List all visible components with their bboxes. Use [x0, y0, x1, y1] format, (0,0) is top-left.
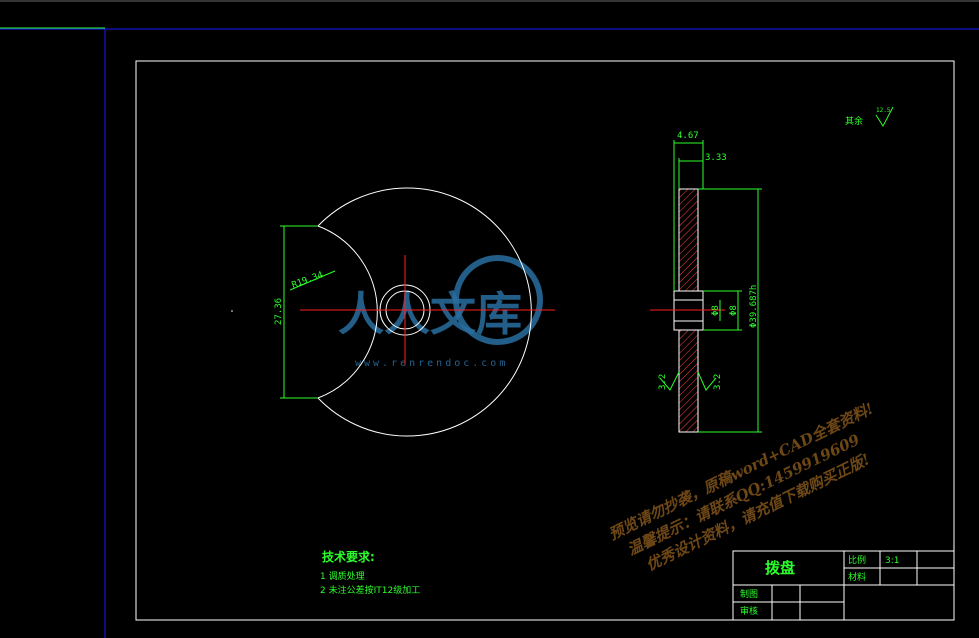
title-scale-value: 3:1 — [885, 556, 899, 566]
tech-requirements: 技术要求: 1 调质处理 2 未注公差按IT12级加工 — [320, 549, 420, 596]
roughness-left-label: 3.2 — [658, 374, 668, 390]
drawing-frame — [135, 60, 955, 621]
logo-url: www.renrendoc.com — [355, 358, 508, 369]
section-upper-flange — [678, 188, 699, 292]
title-scale-label: 比例 — [848, 554, 866, 566]
surface-finish-label: 其余 — [845, 115, 863, 127]
roughness-right-label: 3.2 — [713, 374, 723, 390]
title-part-name: 拨盘 — [765, 559, 795, 577]
side-view: 4.67 3.33 Φ39.687h Φ8 Φ8 3.2 3.2 — [650, 131, 762, 433]
dim-outer-label: Φ39.687h — [749, 285, 759, 328]
dim-hub-label: 3.33 — [705, 153, 727, 163]
dim-hub-dia-label: Φ8 — [729, 305, 739, 316]
section-lower-flange — [678, 329, 699, 433]
watermark-line2: 温馨提示：请联系QQ:1459919609 — [624, 430, 863, 559]
dim-width-label: 4.67 — [677, 131, 699, 141]
tech-requirement-item: 1 调质处理 — [320, 570, 365, 582]
dim-chord-label: 27.36 — [274, 298, 284, 325]
title-material-label: 材料 — [848, 571, 866, 583]
dim-bore-label: Φ8 — [711, 305, 721, 316]
surface-finish-value: 12.5 — [876, 107, 891, 114]
stray-point — [231, 310, 233, 312]
dim-radius-label: R19.34 — [291, 270, 325, 291]
tech-requirement-item: 2 未注公差按IT12级加工 — [320, 584, 420, 596]
surface-finish-note: 其余 12.5 — [845, 106, 894, 127]
title-checked-label: 审核 — [740, 605, 758, 617]
tech-requirements-title: 技术要求: — [322, 549, 375, 564]
title-drawn-label: 制图 — [740, 588, 758, 600]
cad-drawing-canvas: 人人文库 www.renrendoc.com 27.36 R19.34 4.67… — [0, 0, 979, 638]
